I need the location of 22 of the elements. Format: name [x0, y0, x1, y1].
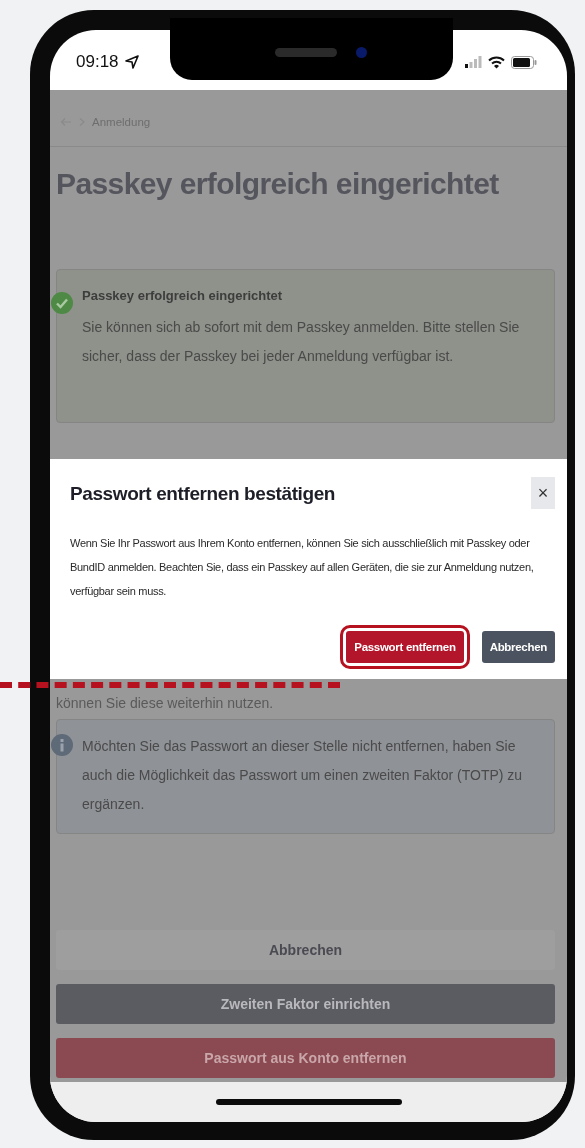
setup-second-factor-button[interactable]: Zweiten Faktor einrichten [56, 984, 555, 1024]
dialog-title: Passwort entfernen bestätigen [70, 483, 336, 505]
page-heading: Passkey erfolgreich eingerichtet [56, 167, 500, 201]
alert-message: Möchten Sie das Passwort an dieser Stelle nicht entfernen, haben Sie auch die Möglichkeit das Passwort um einen zweiten Faktor (TOTP) zu ergänzen. [82, 737, 524, 814]
cancel-button[interactable]: Abbrechen [56, 930, 555, 970]
signal-icon [464, 56, 482, 68]
info-circle-icon [51, 734, 73, 756]
battery-icon [511, 55, 537, 69]
cancel-button[interactable]: Abbrechen [481, 631, 555, 663]
alert-message: Sie können sich ab sofort mit dem Passkey anmelden. Bitte stellen Sie sicher, dass der Passkey bei jeder Anmeldung verfügbar ist. [82, 318, 521, 366]
wifi-icon [488, 55, 505, 69]
remove-password-button[interactable]: Passwort entfernen [346, 631, 464, 663]
status-time: 09:18 [76, 52, 119, 72]
close-button[interactable]: × [531, 477, 555, 509]
check-circle-icon [51, 292, 73, 314]
body-text: können Sie diese weiterhin nutzen. [56, 695, 275, 711]
remove-password-button[interactable]: Passwort aus Konto entfernen [56, 1038, 555, 1078]
speaker-grille [275, 48, 337, 57]
camera-dot [356, 47, 367, 58]
location-arrow-icon [124, 55, 139, 69]
dialog-message: Wenn Sie Ihr Passwort aus Ihrem Konto entfernen, können Sie sich ausschließlich mit Passkey oder BundID anmelden. Beachten Sie, dass ein Passkey auf allen Geräten, die sie zur Anmeldung nutzen, verfügbar sein muss. [70, 536, 535, 599]
alert-title: Passkey erfolgreich eingerichtet [82, 288, 284, 303]
